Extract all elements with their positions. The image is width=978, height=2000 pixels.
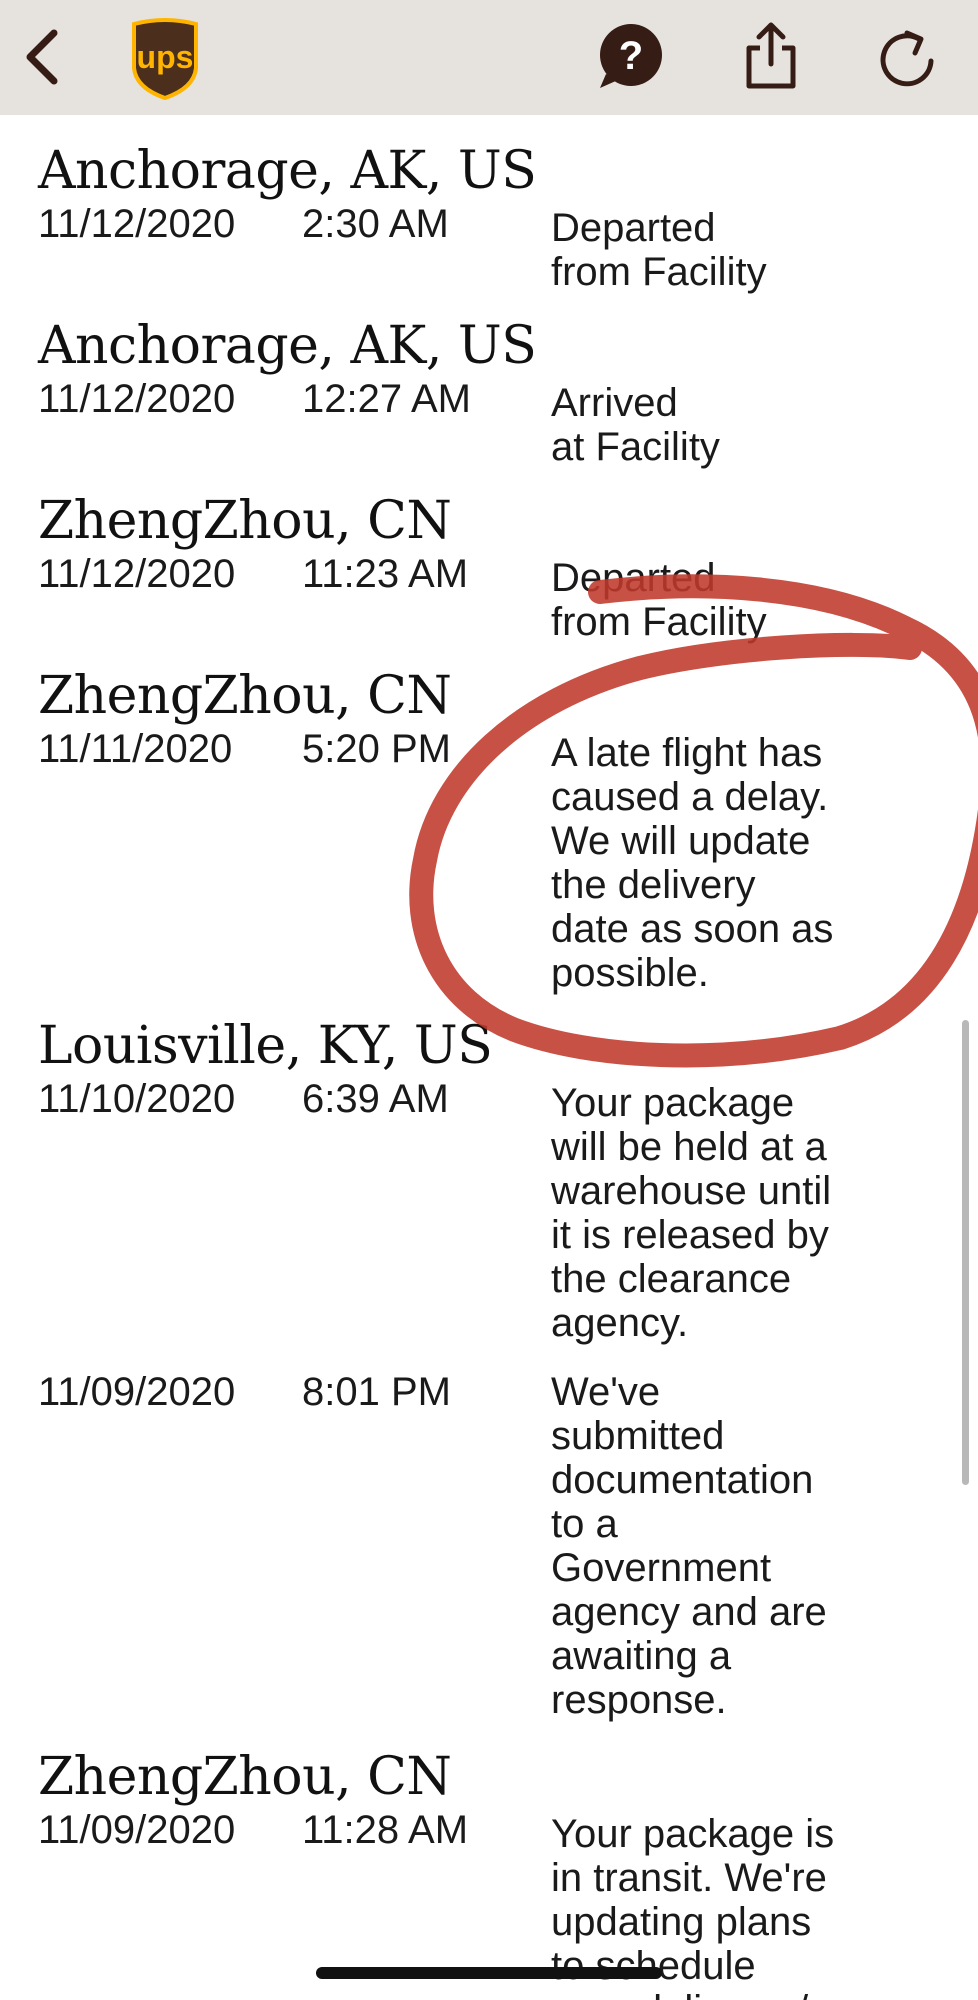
entry-date: 11/09/2020 <box>38 1808 236 1852</box>
entry-time: 6:39 AM <box>302 1077 449 1121</box>
share-icon <box>746 22 796 89</box>
ups-logo-text: ups <box>137 39 194 75</box>
entry-location: ZhengZhou, CN <box>38 1747 452 1807</box>
home-indicator[interactable] <box>316 1967 662 1979</box>
entry-date: 11/11/2020 <box>38 727 233 771</box>
entry-location: Anchorage, AK, US <box>38 141 537 201</box>
entry-status: Arrived at Facility <box>551 381 720 469</box>
entry-date: 11/12/2020 <box>38 377 236 421</box>
help-button[interactable]: ? <box>596 22 666 92</box>
entry-time: 5:20 PM <box>302 727 451 771</box>
refresh-button[interactable] <box>876 22 940 92</box>
entry-date: 11/12/2020 <box>38 202 236 246</box>
entry-status: Departed from Facility <box>551 556 767 644</box>
entry-status: We've submitted documentation to a Gover… <box>551 1370 827 1722</box>
entry-status: Your package will be held at a warehouse… <box>551 1081 832 1345</box>
entry-location: Louisville, KY, US <box>38 1016 493 1076</box>
entry-time: 2:30 AM <box>302 202 449 246</box>
entry-time: 11:28 AM <box>302 1808 469 1852</box>
ups-logo: ups <box>128 16 202 102</box>
entry-location: ZhengZhou, CN <box>38 666 452 726</box>
chevron-left-icon <box>26 29 58 85</box>
entry-status: Departed from Facility <box>551 206 767 294</box>
entry-date: 11/12/2020 <box>38 552 236 596</box>
back-button[interactable] <box>14 22 70 92</box>
entry-time: 11:23 AM <box>302 552 469 596</box>
refresh-icon <box>880 30 934 87</box>
help-icon: ? <box>600 24 662 88</box>
entry-date: 11/10/2020 <box>38 1077 236 1121</box>
entry-time: 12:27 AM <box>302 377 472 421</box>
top-nav-bar: ups ? <box>0 0 978 115</box>
scrollbar[interactable] <box>962 1020 969 1485</box>
share-button[interactable] <box>740 20 802 92</box>
entry-time: 8:01 PM <box>302 1370 451 1414</box>
entry-status: A late flight has caused a delay. We wil… <box>551 731 834 995</box>
help-glyph: ? <box>619 34 643 78</box>
entry-location: ZhengZhou, CN <box>38 491 452 551</box>
entry-date: 11/09/2020 <box>38 1370 236 1414</box>
entry-location: Anchorage, AK, US <box>38 316 537 376</box>
